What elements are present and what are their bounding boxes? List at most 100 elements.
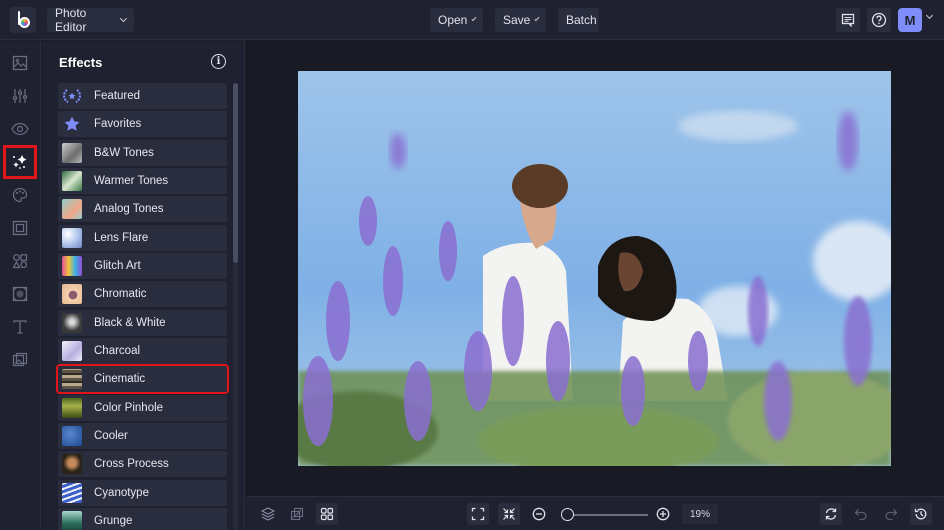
cyanotype-thumb	[62, 482, 82, 503]
shapes-icon	[12, 254, 28, 269]
effect-item-label: Color Pinhole	[94, 401, 164, 414]
effect-item-b-w-tones[interactable]: B&W Tones	[58, 139, 227, 166]
bw-tones-thumb	[62, 142, 82, 163]
effect-item-label: B&W Tones	[94, 146, 154, 159]
effect-item-lens-flare[interactable]: Lens Flare	[58, 224, 227, 251]
help-button[interactable]	[867, 8, 891, 32]
chevron-down-icon	[534, 16, 540, 21]
chromatic-thumb	[62, 284, 82, 305]
app-logo[interactable]	[10, 7, 36, 33]
effect-item-label: Warmer Tones	[94, 175, 169, 188]
scrollbar-thumb[interactable]	[233, 83, 238, 263]
zoom-out-icon	[532, 507, 546, 521]
effect-item-chromatic[interactable]: Chromatic	[58, 281, 227, 308]
photo-editor-menu-label: Photo Editor	[55, 6, 87, 34]
feedback-button[interactable]	[836, 8, 860, 32]
cinematic-thumb	[62, 369, 82, 390]
effect-item-label: Charcoal	[94, 345, 141, 358]
chevron-down-icon	[471, 16, 477, 21]
effect-item-favorites[interactable]: Favorites	[58, 111, 227, 138]
effect-item-charcoal[interactable]: Charcoal	[58, 338, 227, 365]
effect-item-cross-process[interactable]: Cross Process	[58, 451, 227, 478]
redo-button[interactable]	[880, 503, 902, 525]
effects-sparkle-icon	[13, 155, 27, 169]
effect-item-label: Black & White	[94, 316, 166, 329]
grunge-thumb	[62, 511, 82, 530]
redo-icon	[885, 509, 898, 521]
zoom-slider-knob[interactable]	[560, 508, 574, 521]
layers-button[interactable]	[257, 503, 279, 525]
rail-item-textures[interactable]	[8, 282, 32, 306]
zoom-slider-track[interactable]	[564, 514, 648, 516]
cross-process-thumb	[62, 454, 82, 475]
effect-item-label: Chromatic	[94, 288, 147, 301]
tool-rail	[0, 41, 41, 530]
effect-item-label: Cinematic	[94, 373, 146, 386]
photo-canvas[interactable]	[298, 71, 891, 466]
effect-item-cooler[interactable]: Cooler	[58, 423, 227, 450]
effect-item-grunge[interactable]: Grunge	[58, 508, 227, 530]
fit-to-screen-button[interactable]	[467, 503, 489, 525]
photo-editor-menu-button[interactable]: Photo Editor	[47, 6, 134, 34]
batch-button[interactable]: Batch	[558, 8, 599, 32]
zoom-out-button[interactable]	[528, 503, 550, 525]
effect-item-label: Lens Flare	[94, 231, 149, 244]
effect-item-black-white[interactable]: Black & White	[58, 309, 227, 336]
comment-icon	[841, 13, 855, 27]
text-icon	[13, 320, 27, 334]
effects-panel: Effects i Featured Favorites B&W Tones Warm…	[42, 41, 245, 530]
rail-item-effects[interactable]	[3, 145, 37, 179]
grid-view-button[interactable]	[316, 503, 338, 525]
star-icon	[64, 116, 80, 132]
user-avatar[interactable]: M	[898, 8, 922, 32]
cooler-thumb	[62, 426, 82, 447]
effect-item-color-pinhole[interactable]: Color Pinhole	[58, 394, 227, 421]
open-button[interactable]: Open	[430, 8, 483, 32]
effect-item-featured[interactable]: Featured	[58, 83, 227, 109]
info-icon[interactable]: i	[211, 54, 226, 69]
charcoal-thumb	[62, 341, 82, 362]
effect-item-glitch-art[interactable]: Glitch Art	[58, 253, 227, 280]
actual-size-button[interactable]	[498, 503, 520, 525]
account-chevron-down-icon[interactable]	[925, 11, 934, 20]
zoom-percentage[interactable]: 19%	[682, 504, 718, 524]
adjustments-icon	[13, 89, 27, 103]
undo-icon	[854, 509, 867, 521]
effect-item-label: Analog Tones	[94, 203, 164, 216]
effect-item-warmer-tones[interactable]: Warmer Tones	[58, 168, 227, 195]
rail-item-overlays[interactable]	[8, 348, 32, 372]
laurel-icon	[62, 89, 82, 103]
batch-label: Batch	[566, 13, 597, 27]
logo-ring	[19, 17, 30, 28]
frame-icon	[12, 220, 28, 236]
effect-item-cinematic[interactable]: Cinematic	[56, 364, 229, 395]
effect-item-label: Cyanotype	[94, 486, 149, 499]
compare-button[interactable]	[286, 503, 308, 525]
color-pinhole-thumb	[62, 397, 82, 418]
shrink-arrows-icon	[503, 508, 515, 520]
undo-button[interactable]	[850, 503, 872, 525]
zoom-in-button[interactable]	[652, 503, 674, 525]
overlay-icon	[12, 352, 28, 367]
effect-item-cyanotype[interactable]: Cyanotype	[58, 479, 227, 506]
texture-icon	[12, 286, 28, 302]
panel-title: Effects	[59, 55, 103, 70]
image-icon	[12, 55, 28, 71]
grid-icon	[320, 507, 334, 521]
rail-item-frames[interactable]	[8, 216, 32, 240]
refresh-icon	[825, 508, 837, 520]
rail-item-text[interactable]	[8, 315, 32, 339]
save-button[interactable]: Save	[495, 8, 546, 32]
glitch-art-thumb	[62, 256, 82, 277]
reset-button[interactable]	[820, 503, 842, 525]
compare-icon	[290, 507, 304, 521]
rail-item-graphics[interactable]	[8, 249, 32, 273]
save-label: Save	[503, 13, 531, 27]
history-button[interactable]	[910, 503, 932, 525]
effect-item-label: Glitch Art	[94, 260, 141, 273]
rail-item-touchup[interactable]	[8, 117, 32, 141]
rail-item-adjustments[interactable]	[8, 84, 32, 108]
rail-item-image[interactable]	[8, 51, 32, 75]
rail-item-artsy[interactable]	[8, 183, 32, 207]
effect-item-analog-tones[interactable]: Analog Tones	[58, 196, 227, 223]
